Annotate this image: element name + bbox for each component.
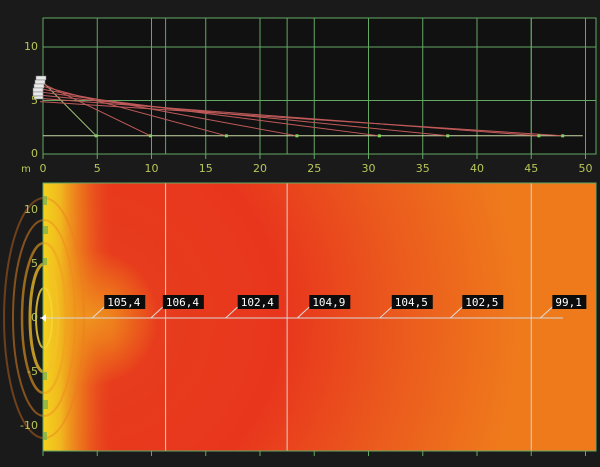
spl-value-label: 99,1 xyxy=(555,296,582,309)
x-tick: 0 xyxy=(40,162,47,175)
x-tick: 35 xyxy=(416,162,430,175)
spl-value-label: 102,4 xyxy=(241,296,274,309)
spl-map-x-axis xyxy=(42,451,586,456)
axis-unit-label: m xyxy=(21,164,31,175)
listener-point[interactable] xyxy=(94,134,98,138)
spl-heatmap xyxy=(43,183,596,451)
y-tick: -10 xyxy=(20,419,38,432)
x-tick: 40 xyxy=(470,162,484,175)
listener-point[interactable] xyxy=(561,134,565,138)
x-tick: 10 xyxy=(145,162,159,175)
spl-value-label: 106,4 xyxy=(166,296,199,309)
x-tick: 20 xyxy=(253,162,267,175)
y-tick: 10 xyxy=(24,40,38,53)
y-tick: 0 xyxy=(31,311,38,324)
listener-point[interactable] xyxy=(377,134,381,138)
x-tick: 15 xyxy=(199,162,213,175)
spl-value-label: 104,9 xyxy=(312,296,345,309)
y-tick: -5 xyxy=(27,365,38,378)
spl-value-label: 102,5 xyxy=(465,296,498,309)
x-tick: 25 xyxy=(307,162,321,175)
x-tick: 30 xyxy=(362,162,376,175)
side-view-x-axis: 0 5 10 15 20 25 30 35 40 45 50 xyxy=(40,154,593,175)
side-view-panel: 0 5 10 0 5 10 15 20 25 30 35 40 45 50 m xyxy=(21,17,597,175)
spl-map-panel: 105,4 106,4 102,4 104,9 104,5 102,5 99,1 10 5 … xyxy=(3,182,597,456)
spl-value-label: 105,4 xyxy=(107,296,140,309)
listener-point[interactable] xyxy=(295,134,299,138)
acoustic-simulation-view: 0 5 10 0 5 10 15 20 25 30 35 40 45 50 m 105,4 106,4… xyxy=(3,17,597,456)
x-tick: 45 xyxy=(524,162,538,175)
x-tick: 50 xyxy=(579,162,593,175)
spl-value-label: 104,5 xyxy=(395,296,428,309)
listener-point[interactable] xyxy=(148,134,152,138)
x-tick: 5 xyxy=(94,162,101,175)
y-tick: 10 xyxy=(24,203,38,216)
listener-point[interactable] xyxy=(537,134,541,138)
y-tick: 5 xyxy=(31,257,38,270)
side-view-y-axis: 0 5 10 xyxy=(24,40,38,160)
listener-point[interactable] xyxy=(446,134,450,138)
y-tick: 0 xyxy=(31,147,38,160)
listener-point[interactable] xyxy=(224,134,228,138)
y-tick: 5 xyxy=(31,94,38,107)
